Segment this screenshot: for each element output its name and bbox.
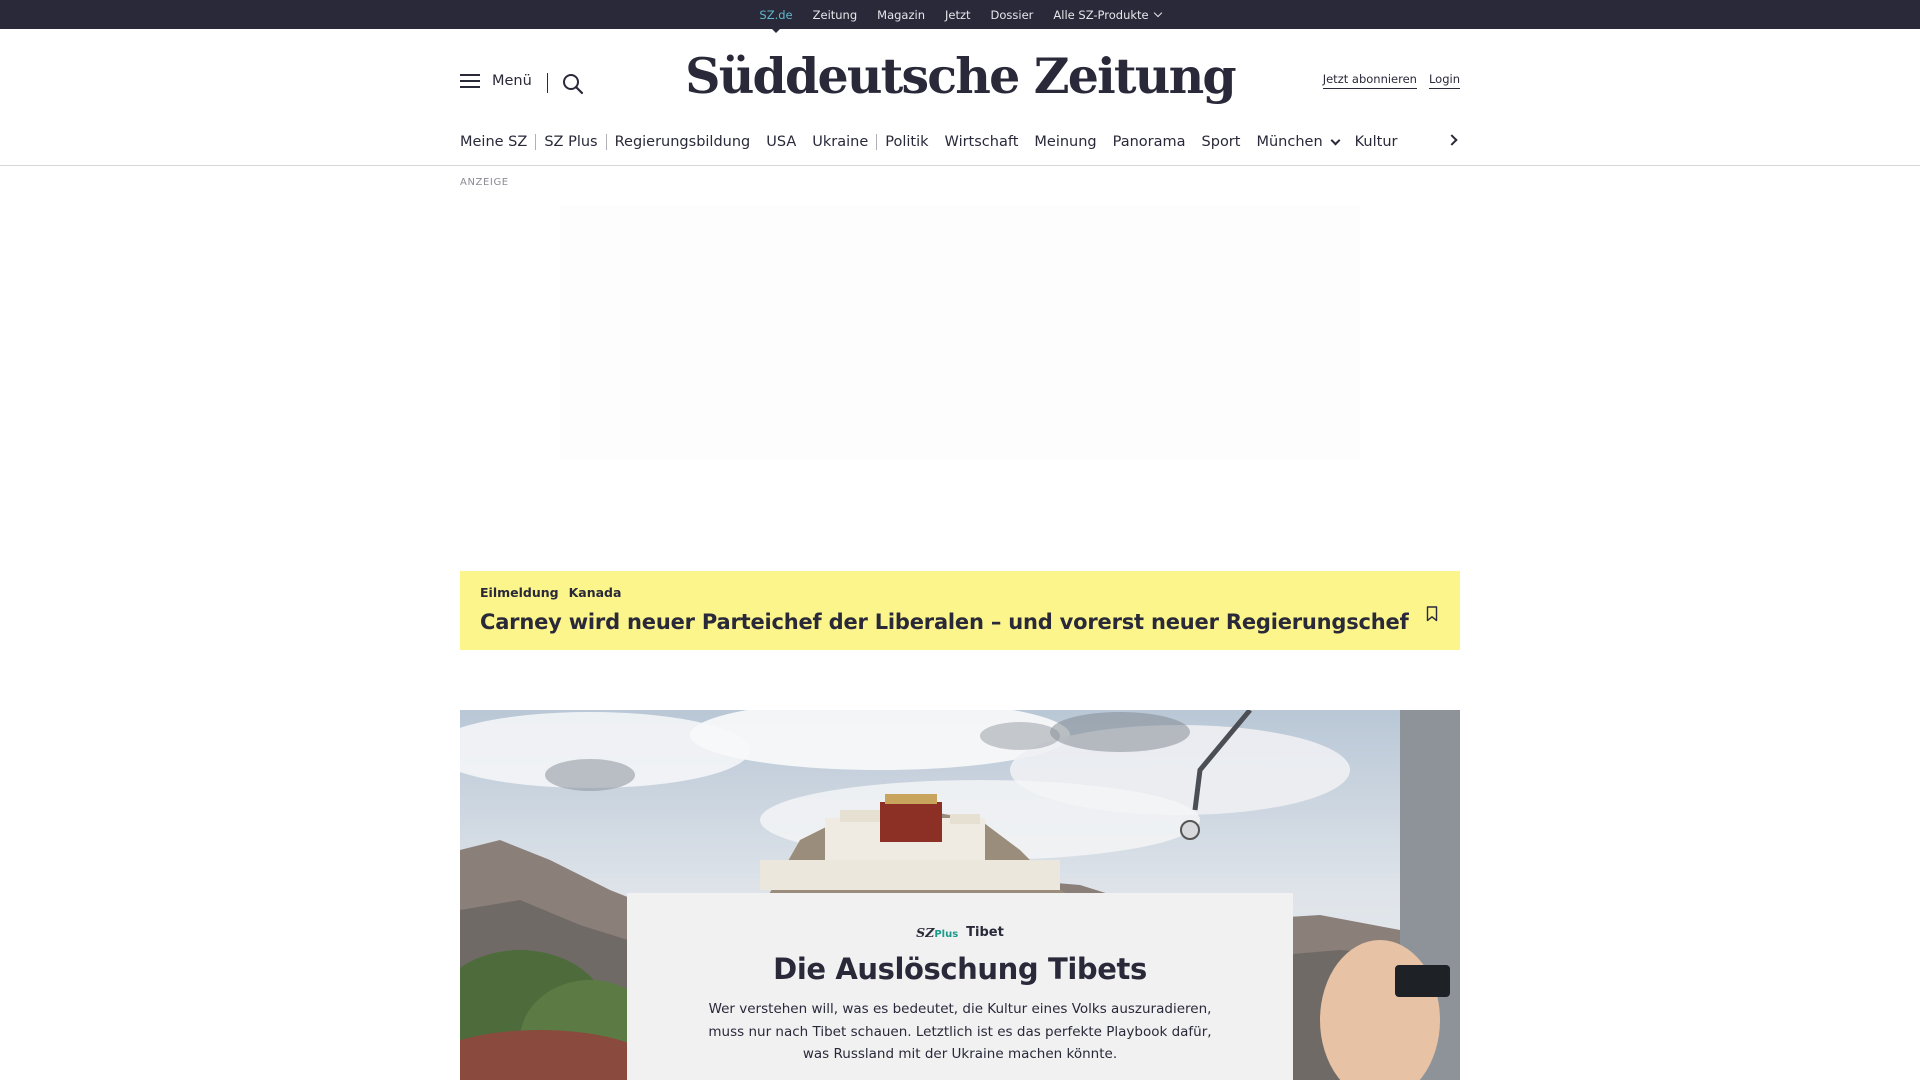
chevron-down-icon — [1330, 135, 1341, 145]
product-link-all-products[interactable]: Alle SZ-Produkte — [1053, 7, 1162, 22]
section-nav: Meine SZ SZ Plus Regierungsbildung USA U… — [460, 131, 1460, 153]
product-link-zeitung[interactable]: Zeitung — [813, 8, 858, 22]
product-link-szde[interactable]: SZ.de — [759, 8, 792, 22]
product-links: SZ.de Zeitung Magazin Jetzt Dossier Alle… — [0, 0, 1920, 29]
site-logo[interactable]: Süddeutsche Zeitung — [460, 47, 1460, 105]
hero-teaser[interactable]: SZPlus Tibet Die Auslöschung Tibets Wer … — [460, 710, 1460, 1080]
product-link-jetzt[interactable]: Jetzt — [945, 8, 971, 22]
nav-item-regierungsbildung[interactable]: Regierungsbildung — [615, 134, 751, 150]
chevron-right-icon[interactable] — [1446, 134, 1458, 146]
nav-divider — [605, 134, 607, 150]
ad-label: ANZEIGE — [460, 177, 509, 188]
breaking-news-banner[interactable]: Eilmeldung Kanada Carney wird neuer Part… — [460, 571, 1460, 650]
login-link[interactable]: Login — [1428, 72, 1460, 89]
auth-links: Jetzt abonnieren Login — [1322, 72, 1460, 89]
subscribe-link[interactable]: Jetzt abonnieren — [1322, 72, 1417, 89]
teaser-kicker: SZPlus Tibet — [627, 925, 1293, 940]
sz-plus-logo: SZPlus — [916, 925, 958, 940]
bookmark-icon[interactable] — [1426, 606, 1438, 622]
nav-item-muenchen[interactable]: München — [1256, 134, 1341, 150]
teaser-title[interactable]: Die Auslöschung Tibets — [627, 952, 1293, 986]
nav-item-panorama[interactable]: Panorama — [1113, 134, 1186, 150]
sz-plus-suffix: Plus — [934, 929, 959, 940]
nav-item-meinung[interactable]: Meinung — [1034, 134, 1096, 150]
nav-item-usa[interactable]: USA — [766, 134, 796, 150]
ad-slot — [560, 205, 1360, 460]
sz-plus-brand: SZ — [916, 925, 935, 940]
teaser-topic: Tibet — [966, 925, 1004, 940]
nav-item-ukraine[interactable]: Ukraine — [812, 134, 868, 150]
nav-divider — [535, 134, 537, 150]
product-link-dossier[interactable]: Dossier — [991, 8, 1034, 22]
nav-item-sz-plus[interactable]: SZ Plus — [544, 134, 597, 150]
breaking-news-tag: Eilmeldung — [480, 585, 559, 600]
nav-divider — [876, 134, 878, 150]
all-products-label: Alle SZ-Produkte — [1053, 7, 1149, 22]
product-bar: SZ.de Zeitung Magazin Jetzt Dossier Alle… — [0, 0, 1920, 29]
breaking-news-headline[interactable]: Carney wird neuer Parteichef der Liberal… — [480, 610, 1440, 634]
nav-item-muenchen-label: München — [1256, 134, 1323, 150]
breaking-news-topic: Kanada — [568, 585, 622, 600]
nav-item-sport[interactable]: Sport — [1202, 134, 1241, 150]
teaser-box: SZPlus Tibet Die Auslöschung Tibets Wer … — [627, 893, 1293, 1080]
product-link-magazin[interactable]: Magazin — [877, 8, 925, 22]
nav-item-wirtschaft[interactable]: Wirtschaft — [945, 134, 1019, 150]
teaser-text: Wer verstehen will, was es bedeutet, die… — [708, 1001, 1212, 1062]
site-header: Menü Süddeutsche Zeitung Jetzt abonniere… — [460, 29, 1460, 165]
chevron-down-icon — [1153, 8, 1162, 18]
nav-item-meine-sz[interactable]: Meine SZ — [460, 134, 527, 150]
nav-item-politik[interactable]: Politik — [885, 134, 928, 150]
breaking-news-meta: Eilmeldung Kanada — [480, 585, 1440, 600]
nav-item-kultur[interactable]: Kultur — [1355, 134, 1398, 150]
header-divider-line — [0, 165, 1920, 166]
